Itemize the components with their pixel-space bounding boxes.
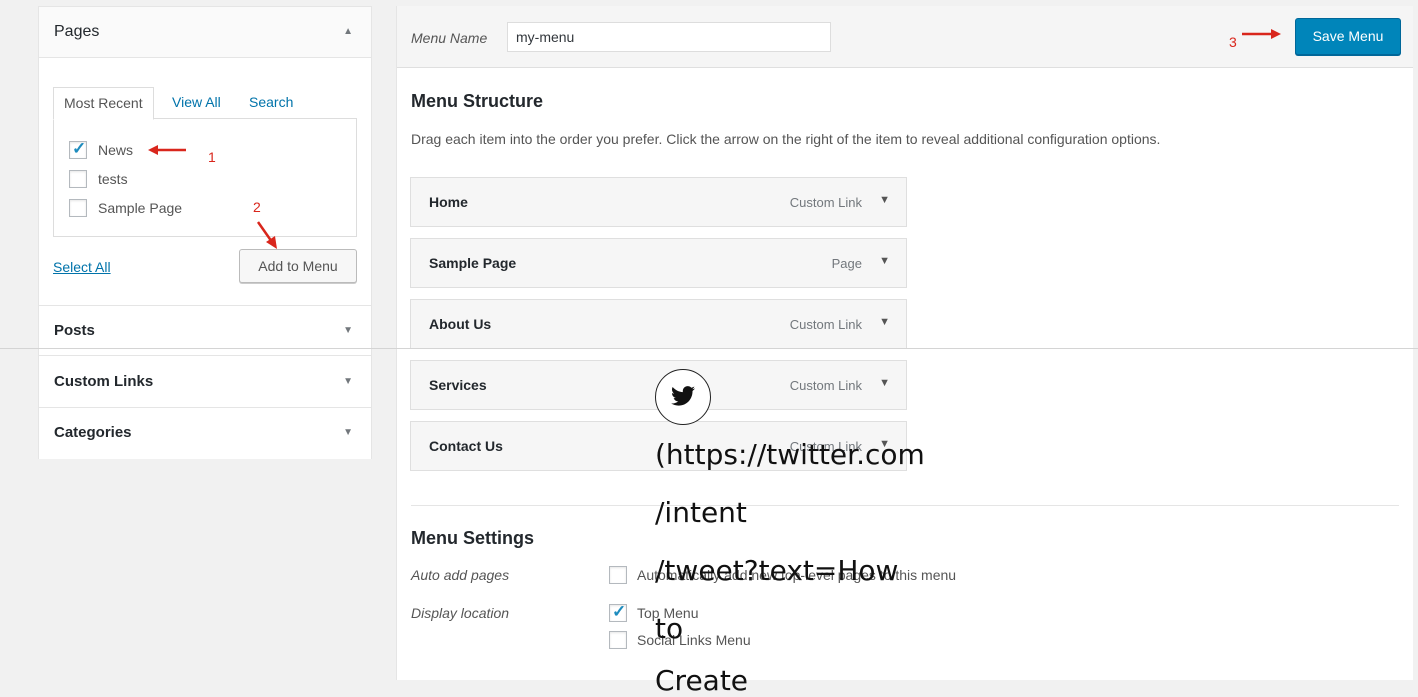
menu-settings-title: Menu Settings — [411, 528, 535, 548]
menu-editor-panel: Menu Name my-menu Save Menu Menu Structu… — [396, 6, 1413, 680]
menu-item-title: Services — [429, 377, 487, 393]
annotation-arrow-icon — [256, 221, 277, 249]
pages-section-title: Pages — [54, 23, 100, 40]
page-checkbox[interactable]: ✓ — [69, 139, 87, 159]
twitter-share-button[interactable] — [655, 369, 711, 425]
menu-item-home[interactable]: Home Custom Link ▼ — [410, 177, 907, 227]
section-title: Posts — [54, 322, 95, 339]
select-all-link[interactable]: Select All — [53, 259, 111, 275]
annotation-arrow-icon — [148, 145, 186, 155]
share-link-text[interactable]: /tweet?text=How — [655, 554, 898, 587]
menu-name-label: Menu Name — [411, 30, 488, 46]
expand-arrow-icon[interactable]: ▼ — [879, 316, 890, 328]
annotation-arrow-icon — [1242, 29, 1281, 39]
menu-name-input[interactable]: my-menu — [507, 22, 831, 52]
share-link-text[interactable]: /intent — [655, 496, 747, 529]
page-label: tests — [98, 171, 128, 187]
tab-search[interactable]: Search — [239, 87, 303, 118]
expand-arrow-icon[interactable]: ▼ — [343, 376, 353, 387]
menu-item-title: Contact Us — [429, 438, 503, 454]
menu-item-title: About Us — [429, 316, 492, 332]
share-link-text[interactable]: to — [655, 612, 683, 645]
section-title: Categories — [54, 424, 132, 441]
menu-item-sample-page[interactable]: Sample Page Page ▼ — [410, 238, 907, 288]
categories-section-header[interactable]: Categories ▼ — [39, 408, 371, 459]
collapse-arrow-icon[interactable]: ▲ — [343, 26, 353, 37]
auto-add-pages-label: Auto add pages — [411, 567, 510, 583]
menu-item-title: Home — [429, 194, 468, 210]
display-location-label: Display location — [411, 605, 510, 621]
annotation-step-number: 3 — [1229, 34, 1237, 50]
checkmark-icon: ✓ — [72, 139, 87, 158]
expand-arrow-icon[interactable]: ▼ — [343, 325, 353, 336]
page-checkbox[interactable] — [69, 170, 87, 188]
annotation-step-number: 1 — [208, 149, 216, 165]
expand-arrow-icon[interactable]: ▼ — [879, 377, 890, 389]
checkmark-icon: ✓ — [612, 602, 627, 621]
add-to-menu-button[interactable]: Add to Menu — [239, 249, 357, 283]
section-title: Custom Links — [54, 373, 154, 390]
auto-add-checkbox[interactable] — [609, 566, 627, 584]
divider — [411, 505, 1399, 506]
menu-structure-description: Drag each item into the order you prefer… — [411, 131, 1161, 147]
expand-arrow-icon[interactable]: ▼ — [343, 427, 353, 438]
twitter-bird-icon — [671, 386, 695, 406]
page-label: News — [98, 142, 134, 158]
share-link-text[interactable]: (https://twitter.com — [655, 438, 925, 471]
menu-structure-title: Menu Structure — [411, 91, 544, 111]
tab-view-all[interactable]: View All — [162, 87, 231, 118]
divider — [0, 348, 1418, 349]
page-label: Sample Page — [98, 200, 183, 216]
menu-item-type: Custom Link — [789, 317, 862, 332]
location-checkbox[interactable]: ✓ — [609, 602, 627, 622]
menu-item-type: Page — [831, 256, 862, 271]
page-checkbox[interactable] — [69, 199, 87, 217]
menu-item-type: Custom Link — [789, 195, 862, 210]
custom-links-section-header[interactable]: Custom Links ▼ — [39, 357, 371, 408]
add-menu-items-panel: Pages ▲ Most Recent View All Search ✓ Ne… — [38, 6, 372, 459]
location-checkbox[interactable] — [609, 631, 627, 649]
menu-item-type: Custom Link — [789, 378, 862, 393]
save-menu-button[interactable]: Save Menu — [1295, 18, 1401, 55]
tab-most-recent[interactable]: Most Recent — [53, 87, 154, 120]
share-link-text[interactable]: Create — [655, 664, 748, 697]
menu-item-title: Sample Page — [429, 255, 517, 271]
expand-arrow-icon[interactable]: ▼ — [879, 194, 890, 206]
pages-section-header[interactable]: Pages ▲ — [39, 7, 371, 58]
annotation-step-number: 2 — [253, 199, 261, 215]
pages-checklist: ✓ News tests Sample Page — [53, 118, 357, 237]
expand-arrow-icon[interactable]: ▼ — [879, 255, 890, 267]
menu-item-about-us[interactable]: About Us Custom Link ▼ — [410, 299, 907, 349]
